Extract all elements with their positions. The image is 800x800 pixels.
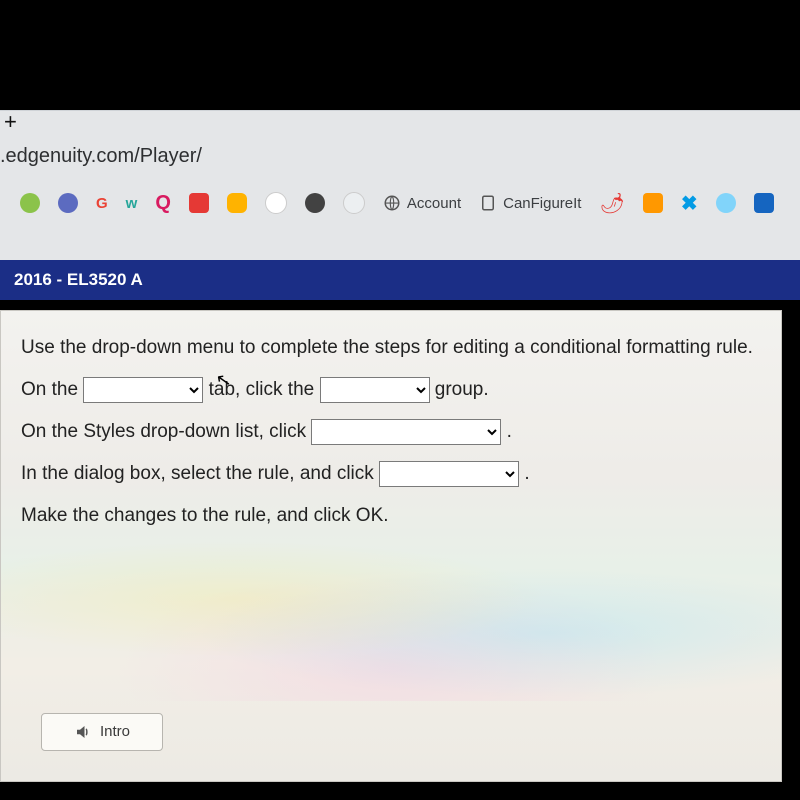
bookmark-icon[interactable] xyxy=(265,192,287,214)
text: . xyxy=(507,421,512,442)
browser-chrome: + .edgenuity.com/Player/ G w Q Account C… xyxy=(0,110,800,271)
course-title: 2016 - EL3520 A xyxy=(14,270,143,289)
chili-icon[interactable]: 🌶 xyxy=(599,191,624,216)
bookmark-canfigureit[interactable]: CanFigureIt xyxy=(479,194,581,212)
tab-dropdown[interactable] xyxy=(83,377,203,403)
step-3: In the dialog box, select the rule, and … xyxy=(21,455,761,493)
bookmark-icon[interactable] xyxy=(20,193,40,213)
step-2: On the Styles drop-down list, click . xyxy=(21,413,761,451)
bookmark-label: CanFigureIt xyxy=(503,195,581,212)
bookmark-icon[interactable] xyxy=(305,193,325,213)
step-4: Make the changes to the rule, and click … xyxy=(21,497,761,535)
bookmark-icon[interactable] xyxy=(343,192,365,214)
styles-dropdown[interactable] xyxy=(311,419,501,445)
close-x-icon[interactable]: ✖ xyxy=(681,191,698,216)
new-tab-button[interactable]: + xyxy=(4,111,30,137)
text: On the xyxy=(21,379,83,400)
intro-button[interactable]: Intro xyxy=(41,713,163,751)
text: In the dialog box, select the rule, and … xyxy=(21,463,379,484)
instruction-text: Use the drop-down menu to complete the s… xyxy=(21,329,761,367)
bookmark-icon[interactable] xyxy=(643,193,663,213)
dialog-dropdown[interactable] xyxy=(379,461,519,487)
bookmark-icon[interactable]: w xyxy=(126,195,138,212)
group-dropdown[interactable] xyxy=(320,377,430,403)
bookmark-account[interactable]: Account xyxy=(383,194,461,212)
youtube-icon[interactable] xyxy=(189,193,209,213)
content-panel: Use the drop-down menu to complete the s… xyxy=(0,310,782,782)
bookmark-icon[interactable] xyxy=(716,193,736,213)
bookmark-icon[interactable] xyxy=(754,193,774,213)
bookmarks-bar: G w Q Account CanFigureIt 🌶 ✖ xyxy=(20,187,794,219)
intro-label: Intro xyxy=(100,717,130,747)
quizlet-icon[interactable]: Q xyxy=(155,192,171,215)
text: . xyxy=(524,463,529,484)
globe-icon xyxy=(383,194,401,212)
address-bar-text: .edgenuity.com/Player/ xyxy=(0,145,202,168)
step-1: On the tab, click the group. xyxy=(21,371,761,409)
doc-icon xyxy=(479,194,497,212)
text: On the Styles drop-down list, click xyxy=(21,421,311,442)
bookmark-label: Account xyxy=(407,195,461,212)
text: group. xyxy=(435,379,489,400)
course-header: 2016 - EL3520 A xyxy=(0,260,800,300)
bookmark-icon[interactable] xyxy=(58,193,78,213)
bookmark-icon[interactable] xyxy=(227,193,247,213)
speaker-icon xyxy=(74,723,92,741)
google-icon[interactable]: G xyxy=(96,195,108,212)
